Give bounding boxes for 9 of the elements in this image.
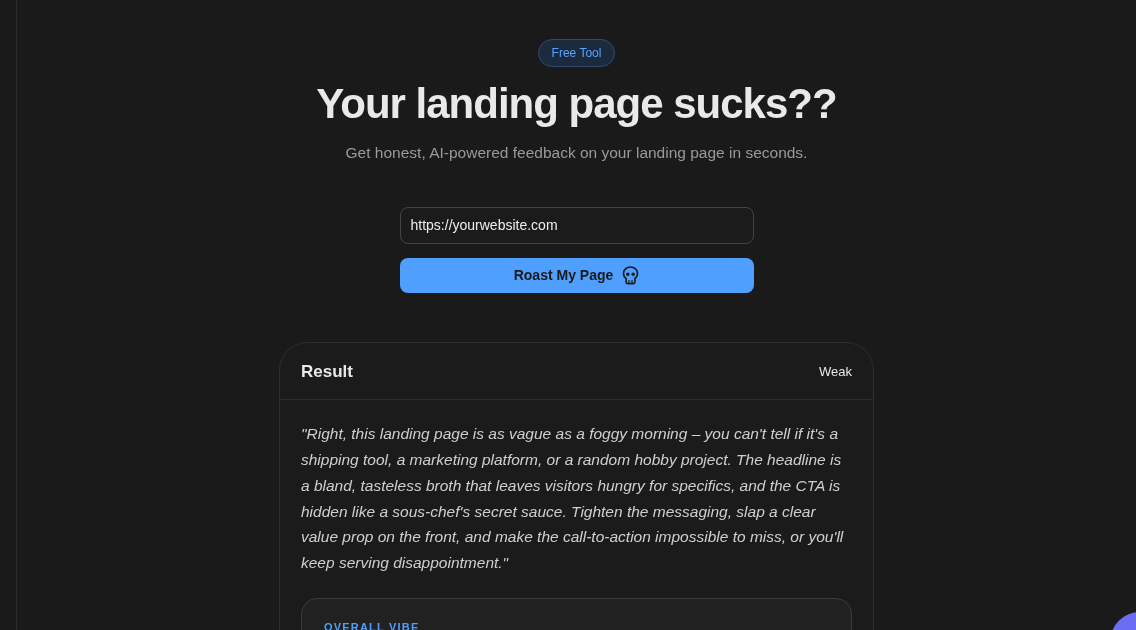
card-title: Result	[301, 360, 353, 383]
page-heading: Your landing page sucks??	[316, 79, 837, 129]
page-subtitle: Get honest, AI-powered feedback on your landing page in seconds.	[345, 143, 808, 164]
roast-button[interactable]: Roast My Page	[399, 257, 754, 293]
url-input-field[interactable]: https://yourwebsite.com	[399, 206, 754, 244]
feedback-paragraph: "Right, this landing page is as vague as a foggy morning – you can't tell if it's a shipping tool, a marketing platform, or a random hobby project. The headline is a bland, tasteless broth that leaves visitors hungry for specifics, and the CTA is hidden like a sous-chef's secret sauce. Tighten the messaging, slap a clear value prop on the front, and make the call-to-action impossible to miss, or you'll keep serving disappointment."	[301, 424, 845, 574]
tag-badge: Free Tool	[537, 39, 616, 67]
rating-label: Weak	[819, 362, 852, 381]
skull-icon	[622, 265, 640, 285]
